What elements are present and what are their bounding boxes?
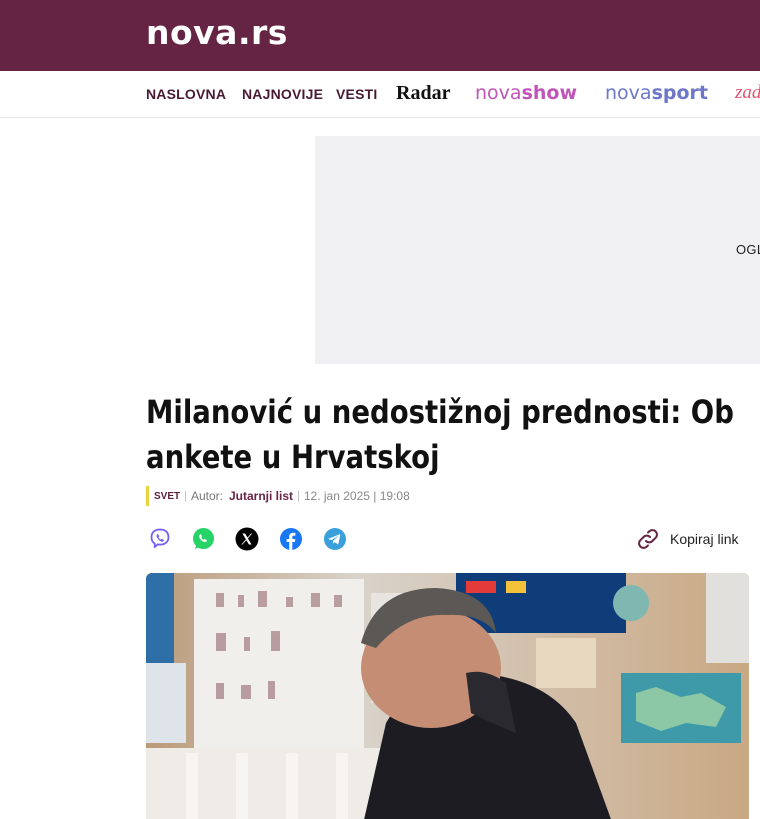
novashow-prefix: nova bbox=[475, 82, 522, 104]
novasport-suffix: sport bbox=[651, 82, 708, 104]
article-meta: SVET | Autor: Jutarnji list | 12. jan 20… bbox=[146, 486, 410, 506]
publish-date: 12. jan 2025 | 19:08 bbox=[303, 489, 410, 503]
nav-item-naslovna[interactable]: NASLOVNA bbox=[146, 85, 226, 103]
article-title-line-1: Milanović u nedostižnoj prednosti: Ob bbox=[146, 393, 734, 431]
meta-separator: | bbox=[297, 490, 300, 502]
ad-banner[interactable]: OGL bbox=[315, 136, 760, 364]
category-bar bbox=[146, 486, 149, 506]
nav-item-novasport[interactable]: novasport bbox=[605, 80, 708, 106]
nav-item-radar[interactable]: Radar bbox=[396, 81, 450, 105]
article-title-line-2: ankete u Hrvatskoj bbox=[146, 438, 440, 476]
article-photo[interactable] bbox=[146, 573, 749, 819]
copy-link-button[interactable]: Kopiraj link bbox=[636, 526, 738, 552]
ad-label: OGL bbox=[736, 242, 760, 257]
x-icon[interactable] bbox=[234, 526, 260, 552]
copy-link-label: Kopiraj link bbox=[670, 531, 739, 547]
author-link[interactable]: Jutarnji list bbox=[229, 489, 293, 503]
category-tag[interactable]: SVET bbox=[154, 491, 180, 502]
nav-item-novashow[interactable]: novashow bbox=[475, 80, 577, 106]
author-label: Autor: bbox=[190, 489, 223, 503]
main-nav: NASLOVNA NAJNOVIJE VESTI Radar novashow … bbox=[0, 71, 760, 118]
nav-item-vesti[interactable]: VESTI bbox=[336, 85, 377, 103]
viber-icon[interactable] bbox=[147, 526, 173, 552]
novashow-suffix: show bbox=[521, 82, 578, 104]
meta-separator: | bbox=[184, 490, 187, 502]
telegram-icon[interactable] bbox=[322, 526, 348, 552]
facebook-icon[interactable] bbox=[278, 526, 304, 552]
whatsapp-icon[interactable] bbox=[190, 526, 216, 552]
site-header: nova.rs bbox=[0, 0, 760, 71]
novasport-prefix: nova bbox=[605, 82, 652, 104]
link-icon bbox=[636, 527, 660, 551]
site-logo[interactable]: nova.rs bbox=[146, 12, 288, 54]
nav-item-zadovoljna[interactable]: zad bbox=[735, 81, 760, 105]
nav-item-najnovije[interactable]: NAJNOVIJE bbox=[242, 85, 323, 103]
article-title: Milanović u nedostižnoj prednosti: Ob an… bbox=[146, 390, 760, 480]
